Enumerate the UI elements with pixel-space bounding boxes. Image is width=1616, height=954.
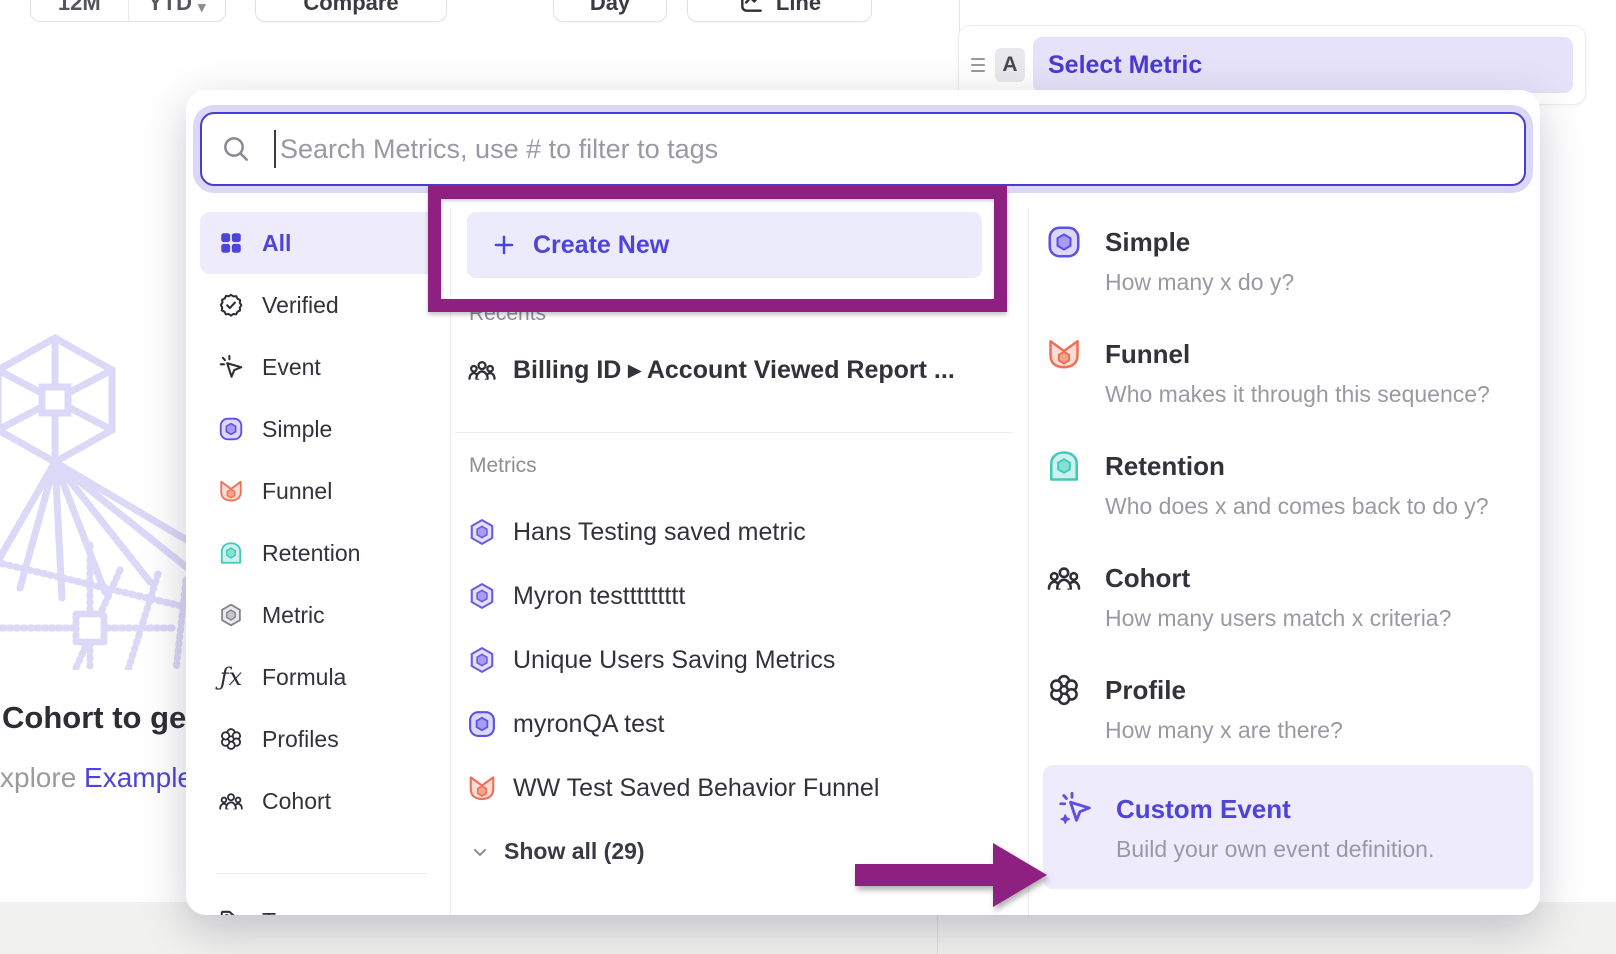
custom-event-icon	[1057, 791, 1093, 827]
sidebar-item-label: Metric	[262, 602, 325, 629]
funnel-icon	[467, 773, 497, 803]
annotation-highlight-box	[428, 186, 1007, 312]
search-icon	[220, 133, 252, 165]
type-funnel[interactable]: Funnel Who makes it through this sequenc…	[1046, 336, 1532, 408]
sidebar-item-label: All	[262, 230, 291, 257]
search-input[interactable]	[278, 133, 1524, 166]
type-custom-event[interactable]: Custom Event Build your own event defini…	[1043, 765, 1533, 889]
type-cohort[interactable]: Cohort How many users match x criteria?	[1046, 560, 1532, 632]
compare-button[interactable]: Compare	[255, 0, 447, 22]
sidebar-item-all[interactable]: All	[200, 212, 440, 274]
background-heading-fragment: Cohort to ge	[2, 700, 186, 736]
metric-hexagon-icon	[467, 517, 497, 547]
metric-list-item[interactable]: myronQA test	[467, 700, 1012, 748]
metric-list-item[interactable]: Unique Users Saving Metrics	[467, 636, 1012, 684]
type-retention[interactable]: Retention Who does x and comes back to d…	[1046, 448, 1532, 520]
sidebar-item-label: Funnel	[262, 478, 332, 505]
columns-divider	[1028, 208, 1029, 915]
funnel-icon	[1046, 336, 1082, 372]
type-profile[interactable]: Profile How many x are there?	[1046, 672, 1532, 744]
sidebar-item-cohort[interactable]: Cohort	[200, 770, 440, 832]
date-range-segmented-control: 12M YTD▾	[30, 0, 226, 22]
profiles-flower-icon	[218, 726, 244, 752]
explore-prefix: xplore	[0, 762, 76, 793]
grid-icon	[218, 230, 244, 256]
drag-handle-icon[interactable]	[971, 58, 985, 72]
day-button[interactable]: Day	[553, 0, 667, 22]
metric-hexagon-icon	[218, 602, 244, 628]
sidebar-item-funnel[interactable]: Funnel	[200, 460, 440, 522]
metric-list-item[interactable]: Hans Testing saved metric	[467, 508, 1012, 556]
sidebar-item-label: Retention	[262, 540, 360, 567]
sidebar-item-label: Cohort	[262, 788, 331, 815]
chevron-down-icon	[470, 842, 490, 862]
metric-list-item[interactable]: Myron testtttttttt	[467, 572, 1012, 620]
simple-metric-icon	[467, 709, 497, 739]
verified-badge-icon	[218, 292, 244, 318]
sidebar-item-retention[interactable]: Retention	[200, 522, 440, 584]
sidebar-item-label: Simple	[262, 416, 332, 443]
retention-icon	[1046, 448, 1082, 484]
app-root: Cohort to ge xplore Example 12M YTD▾ Com…	[0, 0, 1616, 954]
sidebar-divider	[450, 208, 451, 915]
recent-item-label: Billing ID ▸ Account Viewed Report ...	[513, 355, 955, 385]
sidebar-item-profiles[interactable]: Profiles	[200, 708, 440, 770]
sidebar-section-divider	[216, 873, 428, 874]
sidebar-item-label: Profiles	[262, 726, 339, 753]
line-chart-type-button[interactable]: Line	[687, 0, 872, 22]
sidebar-item-event[interactable]: Event	[200, 336, 440, 398]
metric-list-item[interactable]: WW Test Saved Behavior Funnel	[467, 764, 1012, 812]
recent-item[interactable]: Billing ID ▸ Account Viewed Report ...	[467, 348, 1007, 392]
background-wireframe-illustration	[0, 330, 190, 670]
chevron-down-icon: ▾	[198, 0, 206, 16]
sidebar-item-label: Formula	[262, 664, 346, 691]
sidebar-item-label: Verified	[262, 292, 339, 319]
select-metric-button[interactable]: Select Metric	[1033, 37, 1573, 93]
sidebar-item-metric[interactable]: Metric	[200, 584, 440, 646]
search-bar	[200, 112, 1526, 186]
sidebar-item-label: T	[262, 908, 276, 916]
sidebar-item-tags[interactable]: T	[200, 890, 440, 915]
line-chart-icon	[738, 0, 764, 15]
simple-metric-icon	[218, 416, 244, 442]
event-cursor-icon	[218, 354, 244, 380]
cohort-people-icon	[467, 355, 497, 385]
retention-icon	[218, 540, 244, 566]
recents-metrics-separator	[455, 432, 1012, 433]
funnel-icon	[218, 478, 244, 504]
cohort-people-icon	[1046, 560, 1082, 596]
example-link[interactable]: Example	[84, 762, 193, 793]
sidebar-item-label: Event	[262, 354, 321, 381]
text-cursor	[274, 130, 276, 168]
metric-hexagon-icon	[467, 645, 497, 675]
cohort-people-icon	[218, 788, 244, 814]
annotation-arrow	[855, 835, 1047, 915]
sidebar-item-formula[interactable]: ƒx Formula	[200, 646, 440, 708]
show-all-toggle[interactable]: Show all (29)	[470, 838, 645, 865]
metrics-header: Metrics	[469, 454, 537, 478]
sidebar-item-verified[interactable]: Verified	[200, 274, 440, 336]
formula-fx-icon: ƒx	[218, 663, 244, 691]
sidebar-item-simple[interactable]: Simple	[200, 398, 440, 460]
metric-hexagon-icon	[467, 581, 497, 611]
profiles-flower-icon	[1046, 672, 1082, 708]
simple-metric-icon	[1046, 224, 1082, 260]
range-ytd-button[interactable]: YTD▾	[128, 0, 226, 21]
type-simple[interactable]: Simple How many x do y?	[1046, 224, 1532, 296]
series-a-badge: A	[995, 48, 1025, 82]
range-12m-button[interactable]: 12M	[31, 0, 128, 21]
background-explore-text: xplore Example	[0, 762, 193, 794]
tag-icon	[218, 908, 244, 915]
